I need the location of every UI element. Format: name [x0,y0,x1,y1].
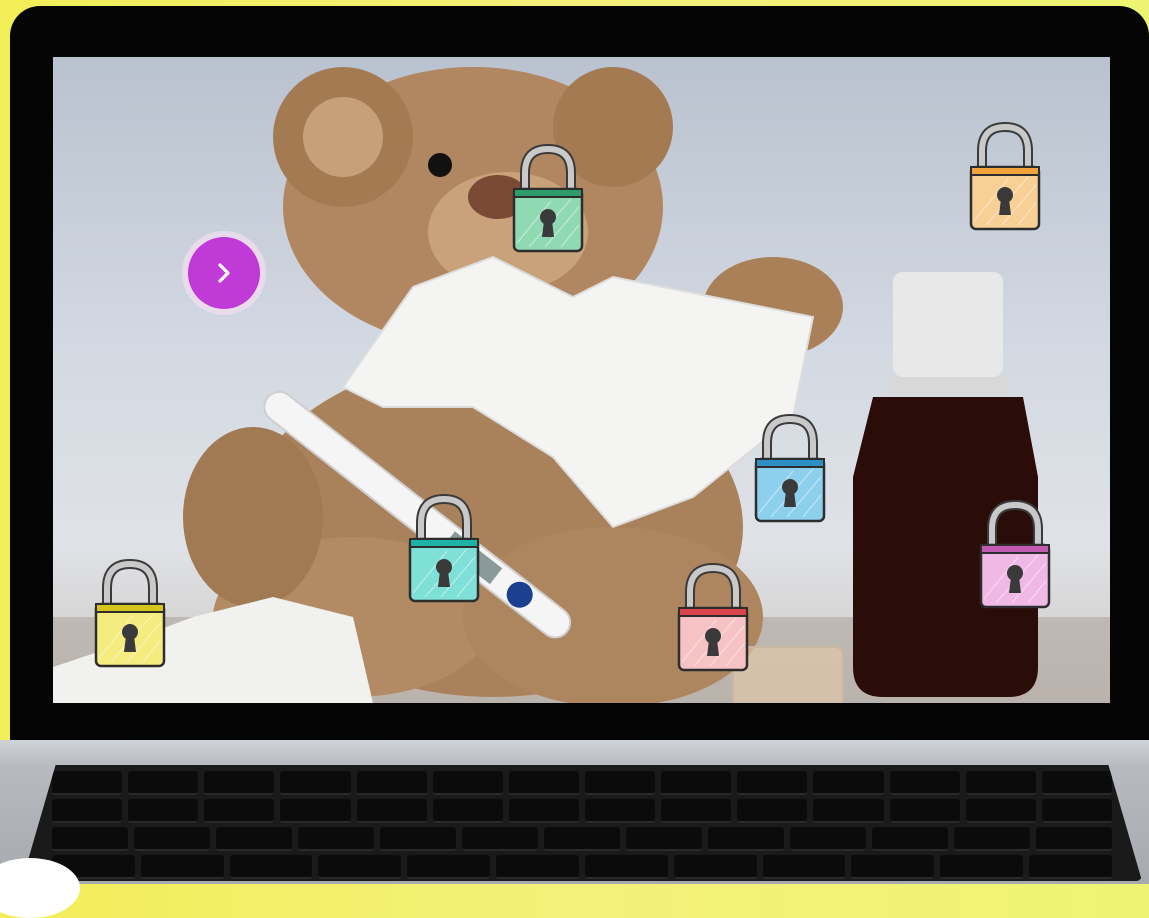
lock-pink[interactable] [978,499,1052,611]
next-button[interactable] [182,231,266,315]
lock-yellow[interactable] [93,558,167,670]
padlock-icon [408,493,480,603]
chevron-right-icon [218,263,230,283]
padlock-icon [677,562,749,672]
keyboard-row [22,827,1142,851]
lock-blue[interactable] [753,413,827,525]
lock-cyan[interactable] [407,493,481,605]
next-button-inner [188,237,260,309]
lock-orange[interactable] [968,121,1042,233]
padlock-icon [94,558,166,668]
game-screen [53,57,1110,703]
keyboard-row [22,855,1142,879]
keyboard-row [22,771,1142,795]
padlock-icon [979,499,1051,609]
padlock-icon [512,143,584,253]
keyboard [22,765,1142,881]
lock-green[interactable] [511,143,585,255]
keyboard-row [22,799,1142,823]
padlock-icon [969,121,1041,231]
padlock-icon [754,413,826,523]
lock-red[interactable] [676,562,750,674]
